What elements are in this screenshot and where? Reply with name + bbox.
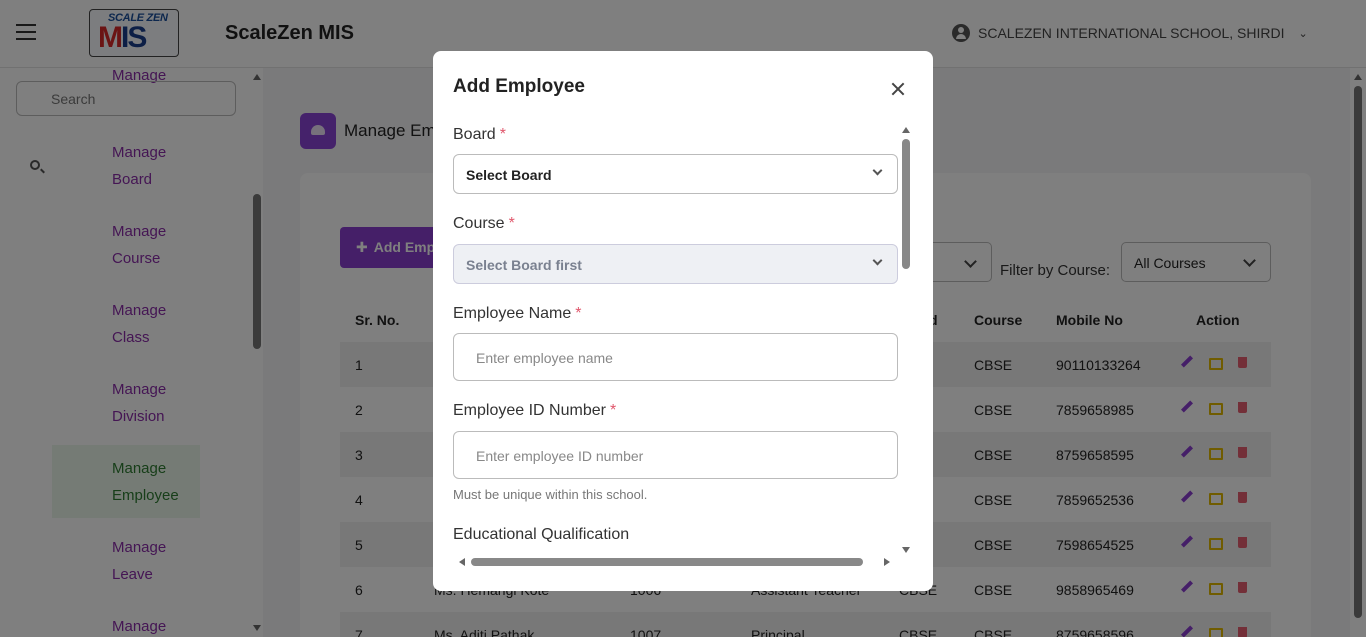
board-label: Board * (453, 126, 506, 143)
chevron-down-icon (872, 255, 883, 266)
scroll-right-icon[interactable] (884, 558, 890, 566)
employee-name-label: Employee Name * (453, 305, 582, 322)
scroll-left-icon[interactable] (459, 558, 465, 566)
course-select-value: Select Board first (466, 257, 582, 273)
board-select-value: Select Board (466, 167, 552, 183)
course-label: Course * (453, 215, 515, 232)
employee-id-label: Employee ID Number * (453, 402, 617, 419)
modal-body: Board * Select Board Course * Select Board… (433, 121, 933, 571)
employee-name-input[interactable]: Enter employee name (453, 333, 898, 381)
horizontal-scroll-thumb[interactable] (471, 558, 863, 566)
scroll-up-icon[interactable] (902, 127, 910, 133)
modal-horizontal-scrollbar[interactable] (453, 553, 898, 569)
board-select[interactable]: Select Board (453, 154, 898, 194)
scroll-down-icon[interactable] (902, 547, 910, 553)
modal-scrollbar[interactable] (900, 121, 912, 553)
chevron-down-icon (872, 165, 883, 176)
modal-scroll-thumb[interactable] (902, 139, 910, 269)
qualification-label: Educational Qualification (453, 526, 630, 543)
employee-id-hint: Must be unique within this school. (453, 487, 648, 502)
employee-id-input[interactable]: Enter employee ID number (453, 431, 898, 479)
add-employee-modal: Add Employee Board * Select Board Course *… (433, 51, 933, 591)
close-icon[interactable] (890, 81, 906, 97)
course-select[interactable]: Select Board first (453, 244, 898, 284)
modal-title: Add Employee (453, 76, 585, 97)
app-window: SCALE ZEN MIS ScaleZen MIS SCALEZEN INTE… (0, 0, 1366, 637)
